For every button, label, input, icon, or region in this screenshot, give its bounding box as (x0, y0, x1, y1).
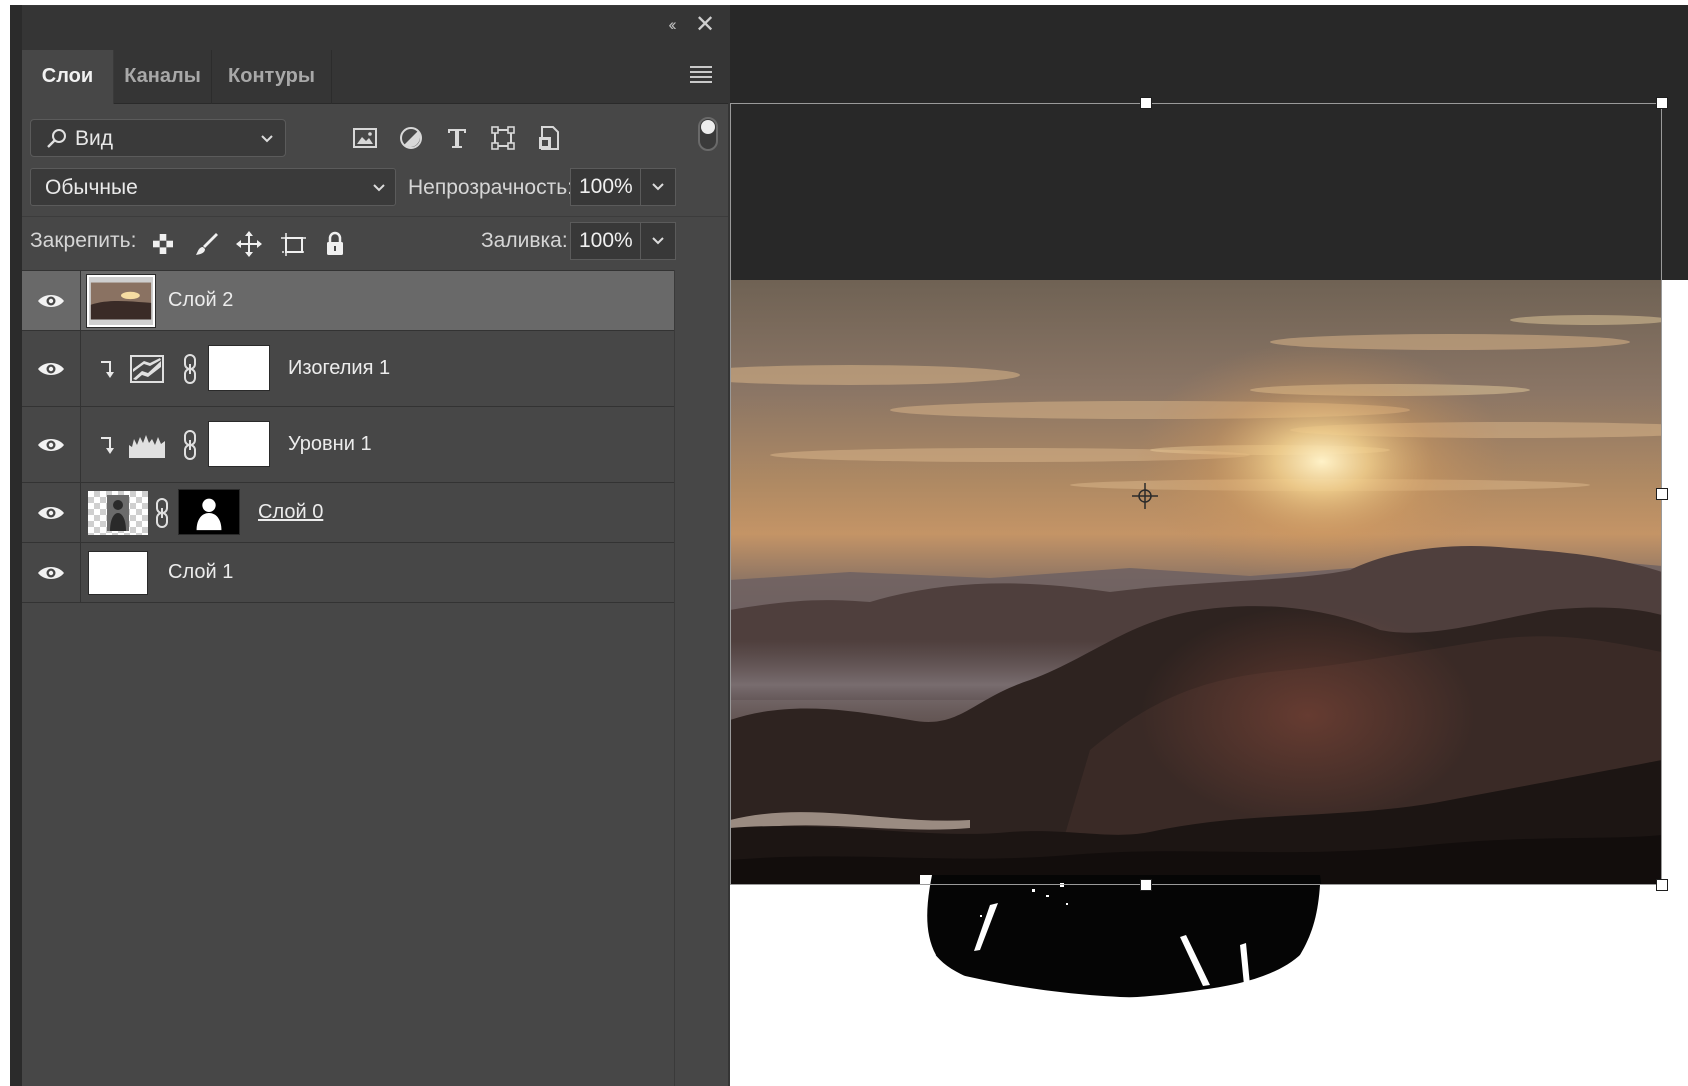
clipping-mask-arrow-icon (98, 435, 114, 455)
transform-handle-bottom-center[interactable] (1140, 879, 1152, 891)
filter-kind-dropdown[interactable]: Вид (30, 119, 286, 157)
tab-layers[interactable]: Слои (22, 50, 114, 104)
layer-name[interactable]: Слой 0 (258, 501, 323, 524)
smart-object-filter-icon[interactable] (534, 123, 564, 153)
sunset-mountains-photo[interactable] (730, 280, 1662, 885)
chevron-down-icon (648, 177, 668, 197)
type-layer-filter-icon[interactable] (442, 123, 472, 153)
layer-thumbnail[interactable] (88, 551, 148, 595)
transform-handle-top-right[interactable] (1656, 97, 1668, 109)
lock-position-icon[interactable] (234, 229, 264, 259)
layer-thumbnail[interactable] (88, 491, 148, 535)
clipping-mask-arrow-icon (98, 359, 114, 379)
blend-mode-dropdown[interactable]: Обычные (30, 168, 396, 206)
opacity-label: Непрозрачность: (408, 176, 573, 199)
pasteboard (676, 5, 1688, 280)
layers-scroll-track[interactable] (674, 270, 730, 1086)
visibility-eye-icon[interactable] (36, 435, 66, 455)
blend-opacity-row: Обычные Непрозрачность: 100% (22, 164, 730, 214)
toggle-knob (701, 120, 715, 134)
pixel-layer-filter-icon[interactable] (350, 123, 380, 153)
filter-toggle-switch[interactable] (698, 117, 718, 151)
brush-mask-shape (920, 875, 1340, 1005)
chevron-down-icon (369, 178, 389, 198)
fill-field[interactable]: 100% (570, 222, 642, 260)
layer-name[interactable]: Слой 1 (168, 561, 233, 584)
layer-row-izogeliya-1[interactable]: Изогелия 1 (22, 331, 674, 407)
layer-name[interactable]: Изогелия 1 (288, 357, 390, 380)
lock-fill-row: Закрепить: Заливка: 100% (22, 216, 730, 268)
tab-paths[interactable]: Контуры (212, 50, 332, 104)
mask-link-chain-icon[interactable] (182, 353, 198, 385)
transform-reference-point-icon[interactable] (1132, 483, 1158, 509)
layer-name[interactable]: Уровни 1 (288, 433, 372, 456)
fill-label: Заливка: (481, 229, 568, 252)
shape-layer-filter-icon[interactable] (488, 123, 518, 153)
layer-mask-thumbnail[interactable] (208, 345, 270, 391)
lock-label: Закрепить: (30, 229, 137, 252)
blend-mode-value: Обычные (45, 176, 138, 199)
layers-panel: ‹‹ ✕ Слои Каналы Контуры Вид Обычные Неп… (22, 5, 730, 1086)
chevron-down-icon (648, 231, 668, 251)
mask-link-chain-icon[interactable] (154, 497, 170, 529)
levels-icon[interactable] (128, 431, 166, 459)
layer-row-sloi-1[interactable]: Слой 1 (22, 543, 674, 603)
fill-dropdown-button[interactable] (640, 222, 676, 260)
layer-row-sloi-0[interactable]: Слой 0 (22, 483, 674, 543)
visibility-eye-icon[interactable] (36, 563, 66, 583)
mask-link-chain-icon[interactable] (182, 429, 198, 461)
visibility-eye-icon[interactable] (36, 503, 66, 523)
close-panel-icon[interactable]: ✕ (694, 13, 716, 37)
opacity-field[interactable]: 100% (570, 168, 642, 206)
chevron-down-icon (257, 129, 277, 149)
layer-mask-thumbnail[interactable] (178, 489, 240, 535)
tab-channels[interactable]: Каналы (114, 50, 212, 104)
window-edge (0, 0, 10, 1086)
layer-row-sloi-2[interactable]: Слой 2 (22, 271, 674, 331)
transform-handle-bottom-right[interactable] (1656, 879, 1668, 891)
layer-row-urovni-1[interactable]: Уровни 1 (22, 407, 674, 483)
layers-list: Слой 2 Изогелия 1 Уровни 1 Слой 0 Слой 1 (22, 270, 674, 1086)
collapse-panel-icon[interactable]: ‹‹ (660, 14, 682, 36)
layer-mask-thumbnail[interactable] (208, 421, 270, 467)
opacity-dropdown-button[interactable] (640, 168, 676, 206)
visibility-eye-icon[interactable] (36, 359, 66, 379)
posterize-icon[interactable] (130, 355, 164, 383)
search-icon (45, 127, 69, 151)
filter-kind-label: Вид (75, 127, 113, 150)
adjustment-layer-filter-icon[interactable] (396, 123, 426, 153)
lock-all-icon[interactable] (320, 229, 350, 259)
layer-filter-row: Вид (22, 104, 730, 164)
transform-handle-middle-right[interactable] (1656, 488, 1668, 500)
lock-artboard-icon[interactable] (278, 229, 308, 259)
lock-transparent-pixels-icon[interactable] (148, 229, 178, 259)
visibility-eye-icon[interactable] (36, 291, 66, 311)
panel-dock-edge (10, 5, 22, 1086)
panel-menu-icon[interactable] (690, 66, 712, 84)
layer-thumbnail[interactable] (87, 275, 155, 327)
transform-handle-top-center[interactable] (1140, 97, 1152, 109)
lock-image-pixels-icon[interactable] (192, 229, 222, 259)
panel-title-bar[interactable]: ‹‹ ✕ (22, 6, 730, 44)
panel-edge (728, 6, 730, 1086)
layer-name[interactable]: Слой 2 (168, 289, 233, 312)
panel-tab-bar: Слои Каналы Контуры (22, 44, 730, 104)
